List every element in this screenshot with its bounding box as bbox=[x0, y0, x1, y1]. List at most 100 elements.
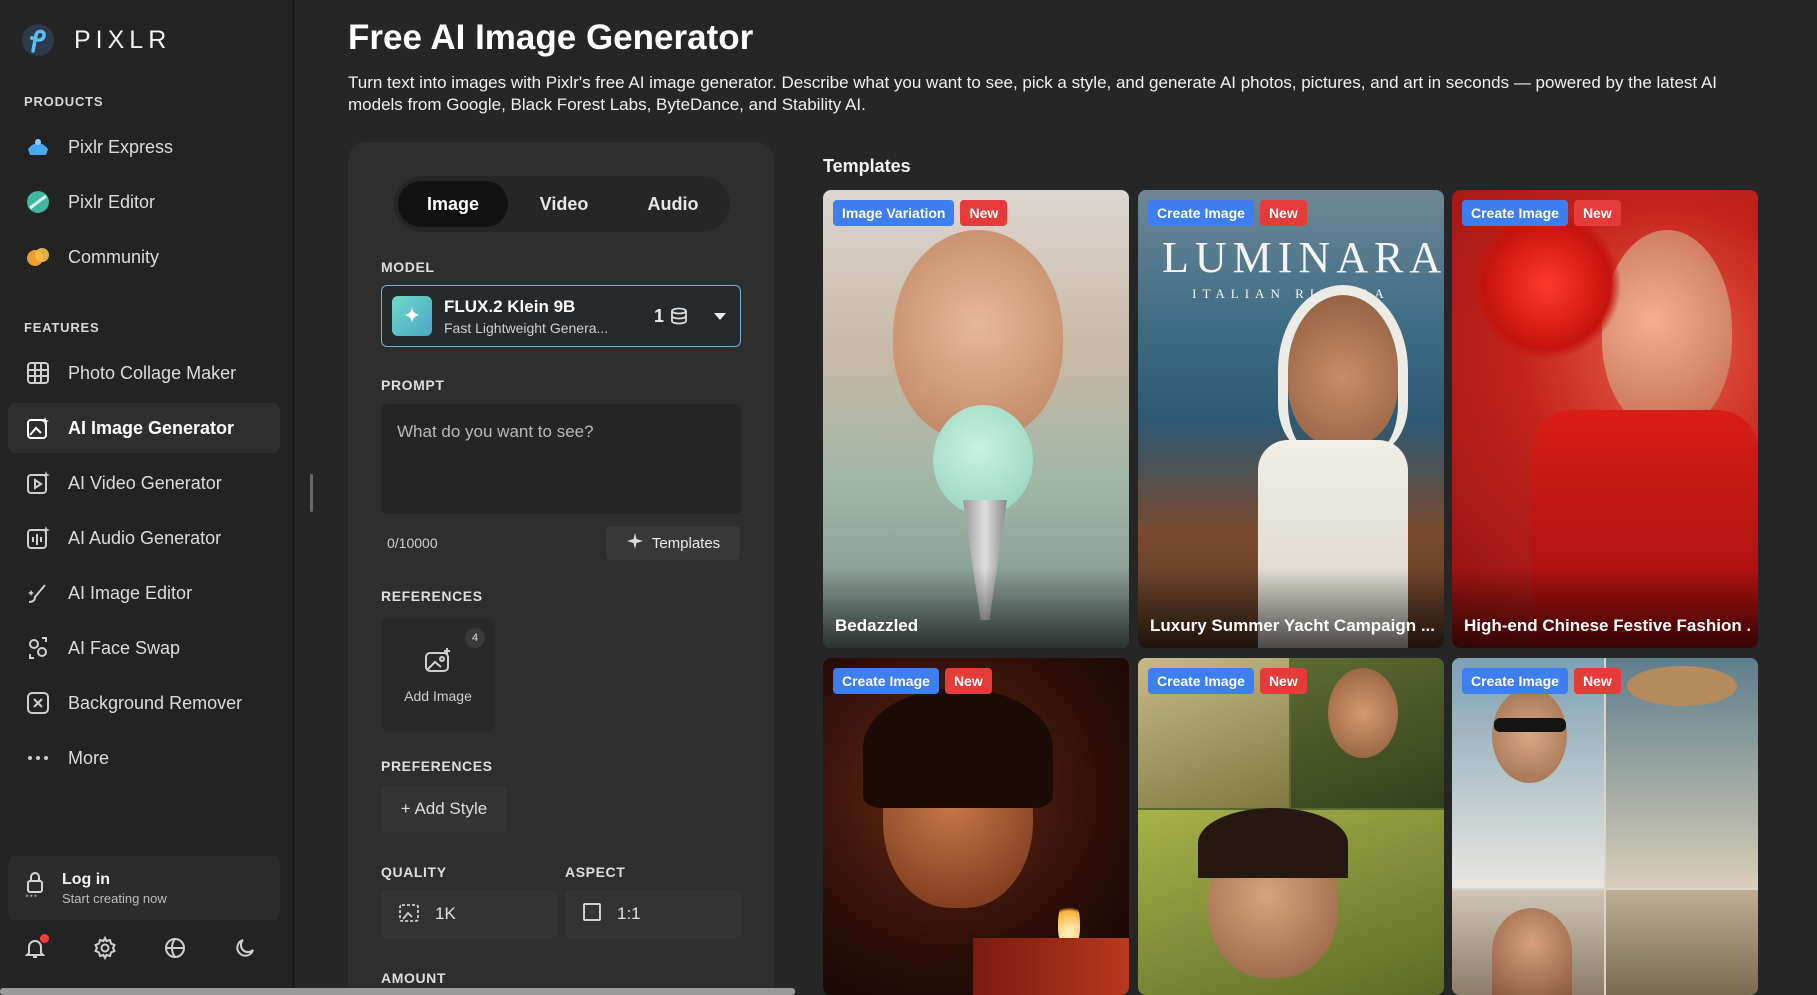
card-badges: Create Image New bbox=[1148, 668, 1307, 694]
aspect-square-icon bbox=[581, 901, 603, 928]
more-dots-icon bbox=[24, 744, 52, 772]
aspect-label: ASPECT bbox=[565, 864, 626, 880]
add-reference-image[interactable]: 4 Add Image bbox=[381, 618, 495, 732]
sparkle-icon bbox=[626, 532, 644, 554]
credits-value: 1 bbox=[653, 305, 664, 326]
sidebar-item-ai-video-generator[interactable]: AI Video Generator bbox=[8, 458, 280, 508]
page-title: Free AI Image Generator bbox=[348, 18, 754, 57]
sidebar-item-label: Pixlr Express bbox=[68, 136, 174, 157]
sidebar-item-photo-collage-maker[interactable]: Photo Collage Maker bbox=[8, 348, 280, 398]
sidebar-item-pixlr-express[interactable]: Pixlr Express bbox=[8, 122, 280, 172]
add-image-icon bbox=[423, 647, 453, 678]
char-count: 0/10000 bbox=[387, 535, 438, 551]
templates-button-label: Templates bbox=[651, 534, 721, 552]
tab-image[interactable]: Image bbox=[398, 181, 508, 227]
card-title: Bedazzled bbox=[835, 616, 919, 635]
card-type-badge: Image Variation bbox=[833, 200, 955, 226]
image-sparkle-icon bbox=[24, 414, 52, 442]
template-card-collage-traditional[interactable]: Create Image New bbox=[1138, 658, 1444, 995]
card-type-badge: Create Image bbox=[1462, 668, 1568, 694]
sidebar-item-ai-image-generator[interactable]: AI Image Generator bbox=[8, 403, 280, 453]
new-badge: New bbox=[944, 668, 992, 694]
templates-button[interactable]: Templates bbox=[606, 526, 740, 560]
aspect-select[interactable]: 1:1 bbox=[565, 890, 741, 938]
card-type-badge: Create Image bbox=[833, 668, 939, 694]
quality-icon bbox=[397, 900, 421, 929]
background-remover-icon bbox=[24, 689, 52, 717]
template-card-chinese-festive[interactable]: Create Image New High-end Chinese Festiv… bbox=[1452, 190, 1758, 648]
amount-label: AMOUNT bbox=[381, 970, 447, 986]
card-title: High-end Chinese Festive Fashion ... bbox=[1464, 616, 1750, 635]
coins-icon bbox=[671, 307, 687, 325]
card-type-badge: Create Image bbox=[1462, 200, 1568, 226]
media-type-tabs: Image Video Audio bbox=[394, 176, 730, 232]
sidebar-item-community[interactable]: Community bbox=[8, 232, 280, 282]
model-sparkle-icon: ✦ bbox=[392, 296, 432, 336]
face-swap-icon bbox=[24, 634, 52, 662]
prompt-label: PROMPT bbox=[381, 377, 445, 393]
sidebar-resize-handle[interactable] bbox=[310, 474, 313, 512]
bell-icon[interactable] bbox=[22, 934, 49, 961]
template-card-luxury-yacht[interactable]: LUMINARA ITALIAN RIVIERA Create Image Ne… bbox=[1138, 190, 1444, 648]
model-select[interactable]: ✦ FLUX.2 Klein 9B Fast Lightweight Gener… bbox=[381, 285, 741, 347]
svg-text:***: *** bbox=[25, 895, 38, 901]
theme-palette-icon[interactable] bbox=[162, 935, 188, 961]
sidebar-item-label: AI Image Editor bbox=[68, 582, 193, 603]
new-badge: New bbox=[1259, 200, 1307, 226]
moon-icon[interactable] bbox=[232, 935, 258, 961]
card-badges: Create Image New bbox=[1462, 200, 1621, 226]
sidebar-item-label: Background Remover bbox=[68, 692, 243, 713]
new-badge: New bbox=[960, 200, 1008, 226]
tab-video[interactable]: Video bbox=[508, 181, 620, 227]
tab-audio[interactable]: Audio bbox=[620, 181, 726, 227]
pixlr-logo[interactable]: PIXLR bbox=[22, 24, 171, 56]
sidebar-item-label: AI Video Generator bbox=[68, 472, 222, 493]
sidebar-item-more[interactable]: More bbox=[8, 733, 280, 783]
video-sparkle-icon bbox=[24, 469, 52, 497]
pixlr-logo-icon bbox=[22, 24, 54, 56]
templates-heading: Templates bbox=[823, 156, 911, 176]
template-card-collage-summer[interactable]: Create Image New bbox=[1452, 658, 1758, 995]
card-type-badge: Create Image bbox=[1148, 668, 1254, 694]
new-badge: New bbox=[1259, 668, 1307, 694]
prompt-input[interactable] bbox=[381, 404, 741, 514]
login-button[interactable]: *** Log in Start creating now bbox=[8, 856, 280, 920]
template-card-candle-portrait[interactable]: Create Image New bbox=[823, 658, 1129, 995]
new-badge: New bbox=[1573, 668, 1621, 694]
horizontal-scrollbar[interactable] bbox=[0, 988, 795, 995]
sidebar-item-ai-image-editor[interactable]: AI Image Editor bbox=[8, 568, 280, 618]
sidebar-item-label: AI Face Swap bbox=[68, 637, 181, 658]
sidebar-item-label: AI Image Generator bbox=[68, 417, 235, 438]
reference-count-badge: 4 bbox=[465, 628, 485, 648]
quality-select[interactable]: 1K bbox=[381, 890, 557, 938]
add-style-button[interactable]: + Add Style bbox=[381, 786, 507, 832]
brush-sparkle-icon bbox=[24, 579, 52, 607]
sidebar-item-label: Photo Collage Maker bbox=[68, 362, 237, 383]
products-section-label: PRODUCTS bbox=[24, 94, 104, 109]
sidebar-item-background-remover[interactable]: Background Remover bbox=[8, 678, 280, 728]
community-icon bbox=[24, 243, 52, 271]
lock-icon: *** bbox=[24, 871, 48, 906]
sidebar-item-label: More bbox=[68, 747, 110, 768]
page-description: Turn text into images with Pixlr's free … bbox=[348, 73, 1718, 114]
pixlr-editor-icon bbox=[24, 188, 52, 216]
chevron-down-icon bbox=[714, 312, 726, 320]
sidebar-item-pixlr-editor[interactable]: Pixlr Editor bbox=[8, 177, 280, 227]
sidebar-item-ai-audio-generator[interactable]: AI Audio Generator bbox=[8, 513, 280, 563]
model-name: FLUX.2 Klein 9B bbox=[444, 296, 576, 316]
login-subtitle: Start creating now bbox=[62, 890, 167, 906]
references-label: REFERENCES bbox=[381, 588, 483, 604]
card-type-badge: Create Image bbox=[1148, 200, 1254, 226]
audio-sparkle-icon bbox=[24, 524, 52, 552]
model-credits: 1 bbox=[654, 306, 688, 327]
template-card-bedazzled[interactable]: Image Variation New Bedazzled bbox=[823, 190, 1129, 648]
sidebar-item-label: Pixlr Editor bbox=[68, 191, 156, 212]
add-image-label: Add Image bbox=[404, 687, 472, 704]
notification-dot bbox=[40, 934, 49, 943]
model-subtitle: Fast Lightweight Genera... bbox=[444, 319, 609, 336]
quality-value: 1K bbox=[435, 904, 456, 923]
sidebar-item-label: Community bbox=[68, 246, 160, 267]
gear-icon[interactable] bbox=[92, 935, 118, 961]
card-title: Luxury Summer Yacht Campaign ... bbox=[1150, 616, 1435, 635]
sidebar-item-ai-face-swap[interactable]: AI Face Swap bbox=[8, 623, 280, 673]
